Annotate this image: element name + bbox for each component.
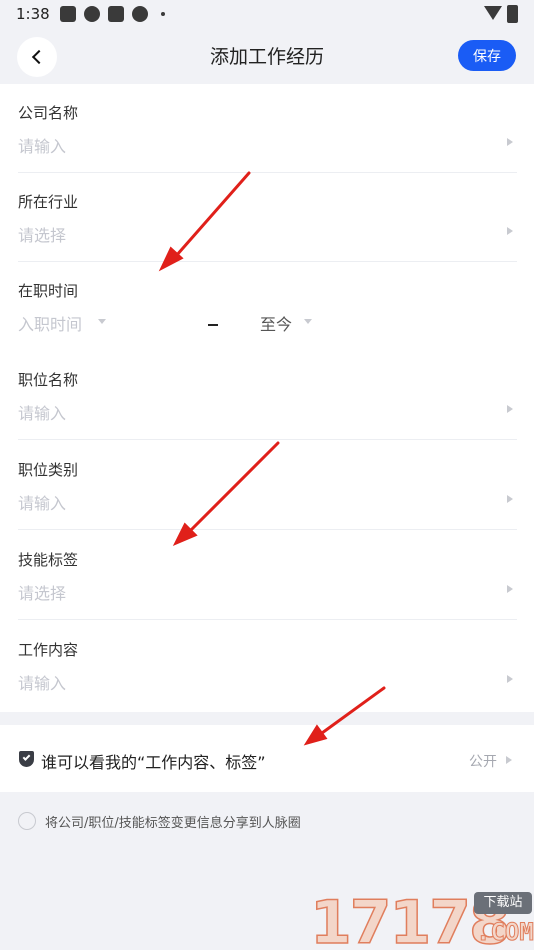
arrow-right-icon — [507, 138, 513, 146]
visibility-setting-row[interactable]: 谁可以看我的“工作内容、标签” 公开 — [0, 725, 534, 792]
work-content-label: 工作内容 — [18, 641, 79, 659]
visibility-label: 谁可以看我的“工作内容、标签” — [41, 753, 266, 772]
position-category-input[interactable]: 请输入 — [18, 490, 66, 514]
more-notifications-dot-icon — [161, 12, 165, 16]
date-range-dash — [208, 324, 218, 326]
status-time: 1:38 — [16, 5, 50, 23]
wifi-icon — [484, 6, 502, 20]
save-button[interactable]: 保存 — [458, 40, 516, 71]
position-category-field[interactable]: 职位类别 请输入 — [18, 441, 517, 530]
company-name-input[interactable]: 请输入 — [18, 133, 66, 157]
work-content-input[interactable]: 请输入 — [18, 670, 66, 694]
skill-tags-field[interactable]: 技能标签 请选择 — [18, 531, 517, 620]
arrow-right-icon — [507, 495, 513, 503]
industry-select[interactable]: 请选择 — [18, 222, 66, 246]
arrow-right-icon — [507, 675, 513, 683]
share-label: 将公司/职位/技能标签变更信息分享到人脉圈 — [45, 816, 301, 831]
top-bar: 添加工作经历 保存 — [0, 28, 534, 84]
position-name-input[interactable]: 请输入 — [18, 400, 66, 424]
watermark-domain: .COM — [476, 918, 534, 947]
caret-down-icon — [98, 319, 106, 324]
company-name-label: 公司名称 — [18, 104, 79, 122]
share-radio-button[interactable] — [18, 812, 36, 830]
start-date-picker[interactable]: 入职时间 — [18, 311, 82, 335]
notification-square-icon — [108, 6, 124, 22]
page-title: 添加工作经历 — [209, 46, 324, 68]
employment-period-label: 在职时间 — [18, 282, 79, 300]
watermark-logo: 17178 下载站 .COM — [308, 887, 534, 950]
industry-field[interactable]: 所在行业 请选择 — [18, 173, 517, 262]
work-experience-form: 公司名称 请输入 所在行业 请选择 在职时间 入职时间 至今 职位名称 请输入 … — [0, 84, 534, 712]
battery-icon — [507, 5, 518, 23]
share-to-network-option[interactable]: 将公司/职位/技能标签变更信息分享到人脉圈 — [18, 810, 518, 832]
employment-period-field: 在职时间 入职时间 至今 — [18, 262, 517, 351]
industry-label: 所在行业 — [18, 193, 79, 211]
position-category-label: 职位类别 — [18, 461, 79, 479]
arrow-right-icon — [507, 405, 513, 413]
caret-down-icon — [304, 319, 312, 324]
position-name-label: 职位名称 — [18, 371, 79, 389]
notification-square-icon — [60, 6, 76, 22]
company-name-field[interactable]: 公司名称 请输入 — [18, 84, 517, 173]
watermark-badge: 下载站 — [474, 892, 532, 914]
work-content-field[interactable]: 工作内容 请输入 — [18, 621, 517, 710]
shield-check-icon — [19, 751, 34, 767]
end-date-picker[interactable]: 至今 — [260, 311, 292, 335]
skill-tags-select[interactable]: 请选择 — [18, 580, 66, 604]
notification-sync-icon — [132, 6, 148, 22]
arrow-right-icon — [507, 227, 513, 235]
status-bar: 1:38 — [0, 0, 534, 28]
visibility-value: 公开 — [469, 754, 497, 770]
notification-sync-icon — [84, 6, 100, 22]
arrow-right-icon — [506, 756, 512, 764]
position-name-field[interactable]: 职位名称 请输入 — [18, 351, 517, 440]
arrow-right-icon — [507, 585, 513, 593]
skill-tags-label: 技能标签 — [18, 551, 79, 569]
